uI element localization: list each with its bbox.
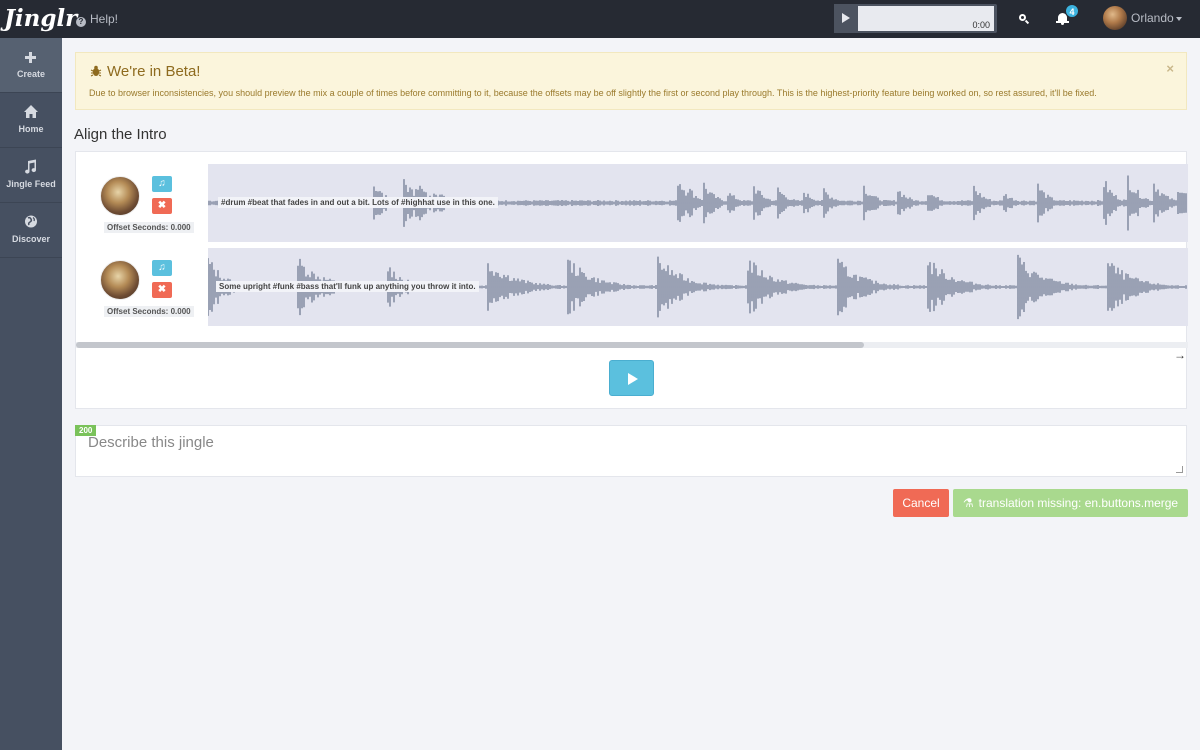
offset-seconds: Offset Seconds: 0.000 <box>104 222 194 233</box>
sidebar: Create Home Jingle Feed Discover <box>0 38 62 750</box>
globe-icon <box>0 213 62 231</box>
description-field[interactable] <box>76 426 1186 476</box>
sidebar-item-label: Create <box>16 69 45 79</box>
track-row: ♫ ✖ Offset Seconds: 0.000 Some upright #… <box>76 236 1188 326</box>
close-icon[interactable]: × <box>1166 61 1174 76</box>
merge-button[interactable]: ⚗ translation missing: en.buttons.merge <box>953 489 1188 517</box>
sidebar-item-create[interactable]: Create <box>0 38 62 93</box>
remove-track-button[interactable]: ✖ <box>152 198 172 214</box>
search-icon[interactable] <box>1016 11 1032 27</box>
sidebar-item-jingle-feed[interactable]: Jingle Feed <box>0 148 62 203</box>
sidebar-item-label: Discover <box>11 234 51 244</box>
sidebar-item-label: Home <box>18 124 44 134</box>
page-title: Align the Intro <box>74 126 167 143</box>
description-field-wrapper: 200 <box>75 425 1187 477</box>
bug-icon <box>90 65 102 77</box>
char-counter: 200 <box>75 425 97 436</box>
remove-track-button[interactable]: ✖ <box>152 282 172 298</box>
music-note-icon[interactable]: ♫ <box>152 176 172 192</box>
play-button[interactable] <box>609 360 654 396</box>
app-logo[interactable]: Jinglr <box>4 2 77 36</box>
beta-alert: We're in Beta! Due to browser inconsiste… <box>75 52 1187 110</box>
scrollbar-thumb[interactable] <box>76 342 864 348</box>
alert-title: We're in Beta! <box>90 63 200 80</box>
home-icon <box>0 103 62 121</box>
track-avatar <box>100 176 140 216</box>
mini-play-button[interactable] <box>834 4 856 33</box>
sidebar-item-discover[interactable]: Discover <box>0 203 62 258</box>
notification-badge: 4 <box>1065 4 1079 18</box>
sidebar-item-home[interactable]: Home <box>0 93 62 148</box>
question-icon: ? <box>76 17 86 27</box>
music-note-icon <box>0 158 62 176</box>
horizontal-scrollbar[interactable] <box>76 342 1188 348</box>
alert-title-text: We're in Beta! <box>107 63 201 80</box>
arrow-right-icon[interactable]: → <box>1174 348 1186 362</box>
mini-player-progress[interactable]: 0:00 <box>858 6 994 31</box>
waveform[interactable]: Some upright #funk #bass that'll funk up… <box>208 248 1188 326</box>
cancel-button[interactable]: Cancel <box>893 489 949 517</box>
flask-icon: ⚗ <box>962 496 974 510</box>
plus-icon <box>0 48 62 66</box>
waveform-label: Some upright #funk #bass that'll funk up… <box>216 281 479 292</box>
help-link[interactable]: ? Help! <box>76 0 118 38</box>
waveform[interactable]: #drum #beat that fades in and out a bit.… <box>208 164 1188 242</box>
resize-handle[interactable] <box>1176 466 1183 473</box>
merge-button-label: translation missing: en.buttons.merge <box>978 496 1179 510</box>
alert-message: Due to browser inconsistencies, you shou… <box>89 88 1097 98</box>
music-note-icon[interactable]: ♫ <box>152 260 172 276</box>
mini-player: 0:00 <box>834 4 997 33</box>
avatar <box>1103 6 1127 30</box>
user-name: Orlando <box>1131 11 1174 25</box>
tracks-panel: ♫ ✖ Offset Seconds: 0.000 #drum #beat th… <box>75 151 1188 409</box>
caret-down-icon <box>1176 17 1182 21</box>
help-label: Help! <box>90 12 119 26</box>
waveform-label: #drum #beat that fades in and out a bit.… <box>218 197 498 208</box>
offset-seconds: Offset Seconds: 0.000 <box>104 306 194 317</box>
track-avatar <box>100 260 140 300</box>
mini-player-time: 0:00 <box>972 20 990 30</box>
sidebar-item-label: Jingle Feed <box>6 179 56 189</box>
track-row: ♫ ✖ Offset Seconds: 0.000 #drum #beat th… <box>76 152 1188 242</box>
top-navbar: Jinglr ? Help! 0:00 4 Orlando <box>0 0 1200 38</box>
